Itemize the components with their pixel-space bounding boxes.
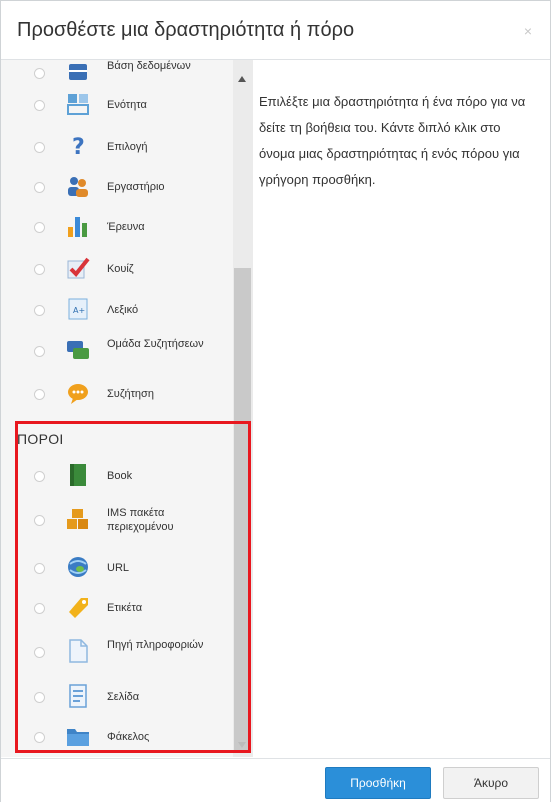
glossary-icon: A+ (65, 296, 91, 322)
option-label: Βάση δεδομένων (107, 60, 191, 72)
close-icon[interactable]: × (524, 23, 532, 39)
option-row[interactable]: Βάση δεδομένων (1, 60, 233, 90)
help-text: Επιλέξτε μια δραστηριότητα ή ένα πόρο γι… (259, 94, 526, 187)
option-row[interactable]: Ενότητα (1, 88, 233, 122)
option-radio[interactable] (34, 305, 45, 316)
option-radio[interactable] (34, 100, 45, 111)
cancel-button[interactable]: Άκυρο (443, 767, 539, 799)
option-radio[interactable] (34, 182, 45, 193)
option-row[interactable]: Συζήτηση (1, 377, 233, 411)
option-radio[interactable] (34, 142, 45, 153)
option-radio[interactable] (34, 68, 45, 79)
option-label: Επιλογή (107, 141, 148, 153)
dialog-header: Προσθέστε μια δραστηριότητα ή πόρο × (1, 1, 550, 60)
option-label: Εργαστήριο (107, 181, 165, 193)
dialog-footer: Προσθήκη Άκυρο (1, 758, 550, 802)
option-label: Λεξικό (107, 304, 139, 316)
option-row[interactable]: A+ Λεξικό (1, 293, 233, 327)
dialog-title: Προσθέστε μια δραστηριότητα ή πόρο (17, 19, 355, 41)
option-label: Έρευνα (107, 221, 145, 233)
option-row[interactable]: Κουίζ (1, 252, 233, 286)
option-row[interactable]: Ομάδα Συζητήσεων (1, 334, 233, 368)
add-activity-dialog: Προσθέστε μια δραστηριότητα ή πόρο × Βάσ… (0, 0, 551, 802)
option-row[interactable]: Έρευνα (1, 210, 233, 244)
option-label: Ενότητα (107, 99, 147, 111)
option-row[interactable]: Εργαστήριο (1, 170, 233, 204)
resources-highlight-box (15, 421, 251, 753)
svg-text:A+: A+ (73, 306, 85, 315)
option-radio[interactable] (34, 222, 45, 233)
option-label: Συζήτηση (107, 388, 154, 400)
option-label: Κουίζ (107, 263, 134, 275)
chat-bubble-icon (65, 380, 91, 406)
option-row[interactable]: ? Επιλογή (1, 130, 233, 164)
option-label: Ομάδα Συζητήσεων (107, 338, 204, 350)
database-icon (65, 60, 91, 85)
choice-question-icon: ? (65, 133, 91, 160)
option-radio[interactable] (34, 346, 45, 357)
option-radio[interactable] (34, 264, 45, 275)
quiz-checkmark-icon (65, 255, 91, 281)
option-radio[interactable] (34, 389, 45, 400)
forum-icon (65, 337, 91, 363)
lesson-icon (65, 91, 91, 117)
scroll-up-arrow-icon[interactable] (238, 76, 246, 82)
svg-text:?: ? (72, 135, 85, 159)
survey-bar-chart-icon (65, 213, 91, 239)
workshop-people-icon (65, 173, 91, 199)
add-button[interactable]: Προσθήκη (325, 767, 431, 799)
